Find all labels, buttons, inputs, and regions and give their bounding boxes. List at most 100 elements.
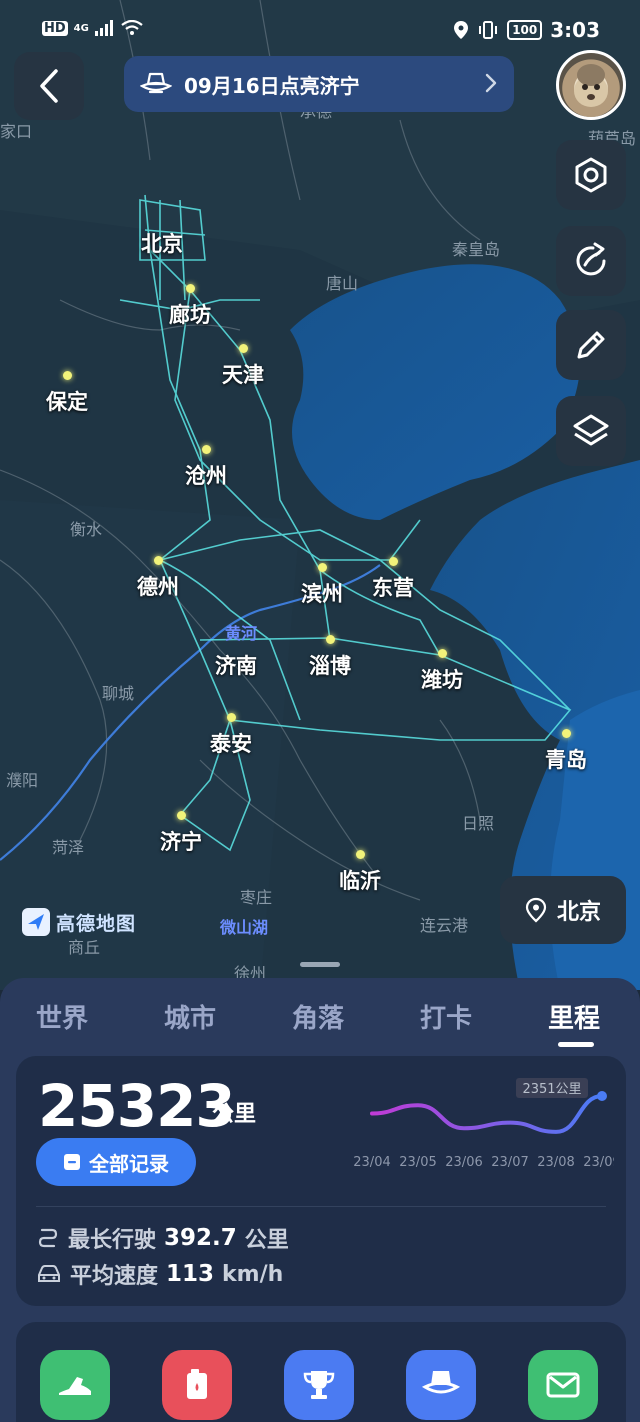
city-name: 济宁 [160, 830, 202, 854]
city-taian[interactable]: 泰安 [210, 713, 252, 758]
map-label: 衡水 [70, 520, 103, 539]
longest-drive-value: 392.7 [164, 1225, 237, 1251]
vibrate-icon [479, 21, 498, 39]
city-dot [317, 563, 327, 572]
city-tianjin[interactable]: 天津 [222, 344, 264, 389]
city-dongying[interactable]: 东营 [372, 557, 414, 602]
share-icon [576, 242, 606, 276]
status-left: HD 4G [42, 20, 143, 36]
amap-logo: 高德地图 [22, 908, 136, 936]
avatar[interactable] [556, 50, 626, 120]
current-location-button[interactable]: 北京 [500, 876, 626, 944]
drag-handle[interactable] [300, 962, 340, 967]
fuel-can-icon [187, 1369, 207, 1399]
all-records-button[interactable]: 全部记录 [36, 1138, 196, 1186]
shoe-icon [59, 1377, 91, 1395]
map-label: 商丘 [68, 938, 101, 957]
achievement-banner[interactable]: 09月16日点亮济宁 [124, 56, 514, 112]
city-dot [226, 713, 236, 722]
city-linyi[interactable]: 临沂 [339, 850, 381, 895]
city-binzhou[interactable]: 滨州 [301, 563, 343, 608]
edit-button[interactable] [556, 310, 626, 380]
banner-text: 09月16日点亮济宁 [184, 73, 360, 98]
achievements-button[interactable] [284, 1350, 354, 1420]
chart-x-tick-label: 23/09 [583, 1155, 614, 1170]
city-name: 济南 [215, 654, 257, 678]
map-base [0, 0, 640, 990]
status-right: 100 3:03 [453, 18, 600, 42]
back-button[interactable] [14, 52, 84, 120]
chart-annotation-text: 2351公里 [522, 1082, 581, 1097]
city-zibo[interactable]: 淄博 [309, 635, 351, 680]
city-dot [355, 850, 365, 859]
total-mileage-value: 25323 [38, 1072, 236, 1140]
city-name: 德州 [137, 575, 179, 599]
city-name: 青岛 [545, 748, 587, 772]
location-button-label: 北京 [556, 900, 601, 925]
tab-bar: 世界 城市 角落 打卡 里程 [0, 998, 640, 1048]
pencil-icon [577, 331, 605, 359]
layers-button[interactable] [556, 396, 626, 466]
river-label: 黄河 [225, 624, 258, 643]
share-button[interactable] [556, 226, 626, 296]
status-bar: HD 4G 100 3:03 [0, 0, 640, 60]
longest-drive-unit: 公里 [244, 1228, 289, 1253]
average-speed-value: 113 [166, 1261, 215, 1287]
tab-corner[interactable]: 角落 [292, 998, 344, 1035]
tab-world[interactable]: 世界 [36, 998, 88, 1035]
city-langfang[interactable]: 廊坊 [169, 284, 211, 329]
city-lighting-button[interactable] [406, 1350, 476, 1420]
average-speed-unit: km/h [222, 1261, 284, 1287]
city-beijing[interactable]: 北京 [141, 228, 183, 258]
chart-x-tick-label: 23/06 [445, 1155, 482, 1170]
total-mileage-unit: 公里 [212, 1102, 257, 1127]
city-dot [561, 729, 571, 738]
city-dot [238, 344, 248, 353]
city-dot [176, 811, 186, 820]
city-name: 廊坊 [169, 303, 211, 327]
city-dot [388, 557, 398, 566]
mail-icon [546, 1372, 580, 1398]
city-dot [62, 371, 72, 380]
city-weifang[interactable]: 潍坊 [421, 649, 463, 694]
hd-indicator: HD [42, 20, 68, 36]
city-dezhou[interactable]: 德州 [137, 556, 179, 601]
map-label: 濮阳 [6, 771, 39, 790]
avatar-image [574, 64, 608, 107]
fuel-button[interactable] [162, 1350, 232, 1420]
longest-drive-label: 最长行驶 [68, 1228, 157, 1253]
amap-logo-text: 高德地图 [56, 912, 137, 935]
city-jinan[interactable]: 济南 [215, 650, 257, 680]
tab-checkin[interactable]: 打卡 [420, 998, 472, 1035]
city-name: 淄博 [309, 654, 351, 678]
city-cangzhou[interactable]: 沧州 [185, 445, 227, 490]
gps-icon [454, 21, 469, 39]
city-baoding[interactable]: 保定 [46, 371, 88, 416]
longest-drive-row: 最长行驶 392.7 公里 [36, 1222, 289, 1254]
walking-button[interactable] [40, 1350, 110, 1420]
map-label: 连云港 [420, 916, 469, 935]
settings-button[interactable] [556, 140, 626, 210]
tab-city[interactable]: 城市 [164, 998, 216, 1035]
messages-button[interactable] [528, 1350, 598, 1420]
city-dot [201, 445, 211, 454]
city-dot [185, 284, 195, 293]
tab-mileage[interactable]: 里程 [548, 998, 600, 1035]
hexagon-settings-icon [575, 157, 607, 193]
city-dot [153, 556, 163, 565]
city-name: 沧州 [185, 464, 227, 488]
city-jining[interactable]: 济宁 [160, 811, 202, 856]
trophy-icon [303, 1371, 335, 1399]
city-name: 潍坊 [421, 668, 463, 692]
city-name: 临沂 [339, 869, 381, 893]
chart-annotation: 2351公里 [516, 1078, 588, 1098]
map-view[interactable]: 家口 承德 秦皇岛 唐山 葫芦岛 衡水 聊城 濮阳 菏泽 日照 枣庄 连云港 商… [0, 0, 640, 990]
city-name: 东营 [372, 576, 414, 600]
mileage-trend-chart: 2351公里 23/04 23/05 23/06 23/07 23/08 23/09 [353, 1078, 614, 1170]
chart-x-tick-label: 23/08 [537, 1155, 574, 1170]
divider [36, 1206, 606, 1207]
map-label: 家口 [0, 122, 33, 141]
chevron-right-icon [485, 73, 497, 93]
city-qingdao[interactable]: 青岛 [545, 729, 587, 774]
records-icon [64, 1154, 80, 1170]
